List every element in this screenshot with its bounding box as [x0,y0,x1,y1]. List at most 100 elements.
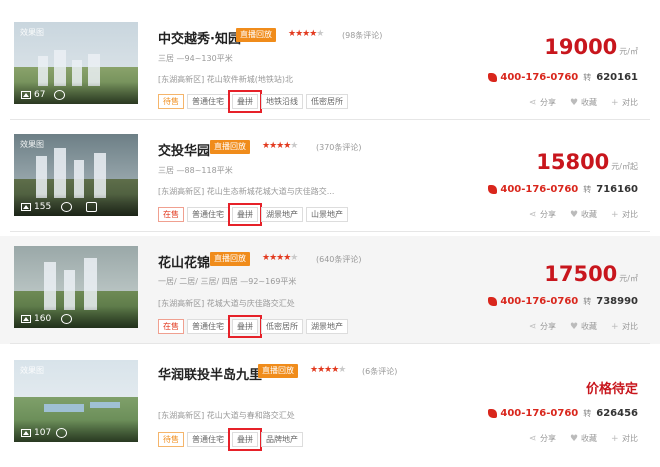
tag: 在售 [158,319,184,334]
share-button[interactable]: ⋖ 分享 [529,433,556,444]
share-button[interactable]: ⋖ 分享 [529,209,556,220]
phone-icon [488,409,498,418]
listing-title[interactable]: 交投华园 [158,140,210,159]
tag: 品牌地产 [261,432,303,447]
star-icon: ★★★★★ [288,29,324,39]
layout-info: 三居 —88~118平米 [158,166,233,175]
tag: 低密居所 [306,94,348,109]
action-bar: ⋖ 分享 ♥ 收藏 + 对比 [529,209,638,220]
favorite-button[interactable]: ♥ 收藏 [570,209,597,220]
live-replay-badge[interactable]: 直播回放 [210,140,250,154]
listing-thumbnail[interactable]: 160 [14,246,138,328]
tag: 叠拼 [228,203,262,226]
share-icon: ⋖ [529,209,537,220]
listing-thumbnail[interactable]: 效果图 67 [14,22,138,104]
compare-button[interactable]: + 对比 [611,321,638,332]
share-button[interactable]: ⋖ 分享 [529,97,556,108]
image-tag: 效果图 [20,366,44,375]
picture-icon [21,91,31,99]
listing-row[interactable]: 160 花山花锦 直播回放 ★★★★★ (640条评论) 一居/ 二居/ 三居/… [0,236,660,344]
compare-button[interactable]: + 对比 [611,97,638,108]
plus-icon: + [611,321,619,332]
price: 15800 元/㎡起 [536,150,638,174]
phone-icon [488,73,498,82]
tag: 湖景地产 [306,319,348,334]
tag: 山景地产 [306,207,348,222]
plus-icon: + [611,209,619,220]
address: [东湖高新区] 花城大道与庆佳路交汇处 [158,299,295,308]
listing-title[interactable]: 花山花锦 [158,252,210,271]
address: [东湖高新区] 花山生态新城花城大道与庆佳路交... [158,187,335,196]
listing-thumbnail[interactable]: 效果图 155 [14,134,138,216]
price: 19000 元/㎡ [544,35,638,59]
heart-icon: ♥ [570,97,579,108]
tag: 叠拼 [228,315,262,338]
picture-icon [21,429,31,437]
price: 价格待定 [585,382,638,397]
listing-thumbnail[interactable]: 效果图 107 [14,360,138,442]
layout-info: 一居/ 二居/ 三居/ 四居 —92~169平米 [158,277,297,286]
listing-title[interactable]: 华润联投半岛九里 [158,364,262,383]
favorite-button[interactable]: ♥ 收藏 [570,433,597,444]
tag: 普通住宅 [187,94,229,109]
listing-row[interactable]: 效果图 67 中交越秀·知园 直播回放 ★★★★★ (98条评论) 三居 —94… [0,12,660,120]
tag: 地铁沿线 [261,94,303,109]
star-icon: ★★★★★ [310,365,346,375]
favorite-button[interactable]: ♥ 收藏 [570,97,597,108]
tag-list: 在售 普通住宅 叠拼 低密居所 湖景地产 [158,315,348,338]
image-tag: 效果图 [20,140,44,149]
listing-row[interactable]: 效果图 155 交投华园 直播回放 ★★★★★ (370条评论) 三居 —88~… [0,124,660,232]
photo-count: 67 [21,90,45,100]
live-replay-badge[interactable]: 直播回放 [236,28,276,42]
action-bar: ⋖ 分享 ♥ 收藏 + 对比 [529,97,638,108]
plus-icon: + [611,97,619,108]
tag-list: 待售 普通住宅 叠拼 品牌地产 [158,428,303,451]
phone-number[interactable]: 400-176-0760 转 626456 [488,408,638,419]
vr-icon[interactable] [86,202,97,212]
chat-icon[interactable] [61,202,72,212]
compare-button[interactable]: + 对比 [611,433,638,444]
review-count[interactable]: (640条评论) [316,254,362,265]
address: [东湖高新区] 花山软件新城(地铁站)北 [158,75,294,84]
tag: 待售 [158,94,184,109]
picture-icon [21,203,31,211]
live-replay-badge[interactable]: 直播回放 [258,364,298,378]
phone-number[interactable]: 400-176-0760 转 738990 [488,296,638,307]
tag: 在售 [158,207,184,222]
tag: 普通住宅 [187,207,229,222]
photo-count: 107 [21,428,51,438]
plus-icon: + [611,433,619,444]
share-icon: ⋖ [529,97,537,108]
share-icon: ⋖ [529,433,537,444]
tag: 湖景地产 [261,207,303,222]
action-bar: ⋖ 分享 ♥ 收藏 + 对比 [529,321,638,332]
chat-icon[interactable] [54,90,65,100]
listing-title[interactable]: 中交越秀·知园 [158,28,241,47]
favorite-button[interactable]: ♥ 收藏 [570,321,597,332]
price: 17500 元/㎡ [544,262,638,286]
tag: 低密居所 [261,319,303,334]
phone-number[interactable]: 400-176-0760 转 716160 [488,184,638,195]
star-icon: ★★★★★ [262,253,298,263]
compare-button[interactable]: + 对比 [611,209,638,220]
star-icon: ★★★★★ [262,141,298,151]
action-bar: ⋖ 分享 ♥ 收藏 + 对比 [529,433,638,444]
tag: 叠拼 [228,428,262,451]
chat-icon[interactable] [61,314,72,324]
phone-number[interactable]: 400-176-0760 转 620161 [488,72,638,83]
phone-icon [488,185,498,194]
chat-icon[interactable] [56,428,67,438]
review-count[interactable]: (98条评论) [342,30,382,41]
share-button[interactable]: ⋖ 分享 [529,321,556,332]
listing-row[interactable]: 效果图 107 华润联投半岛九里 直播回放 ★★★★★ (6条评论) [东湖高新… [0,348,660,460]
tag: 叠拼 [228,90,262,113]
review-count[interactable]: (6条评论) [362,366,397,377]
heart-icon: ♥ [570,321,579,332]
review-count[interactable]: (370条评论) [316,142,362,153]
share-icon: ⋖ [529,321,537,332]
live-replay-badge[interactable]: 直播回放 [210,252,250,266]
heart-icon: ♥ [570,209,579,220]
image-tag: 效果图 [20,28,44,37]
layout-info: 三居 —94~130平米 [158,54,233,63]
tag-list: 待售 普通住宅 叠拼 地铁沿线 低密居所 [158,90,348,113]
